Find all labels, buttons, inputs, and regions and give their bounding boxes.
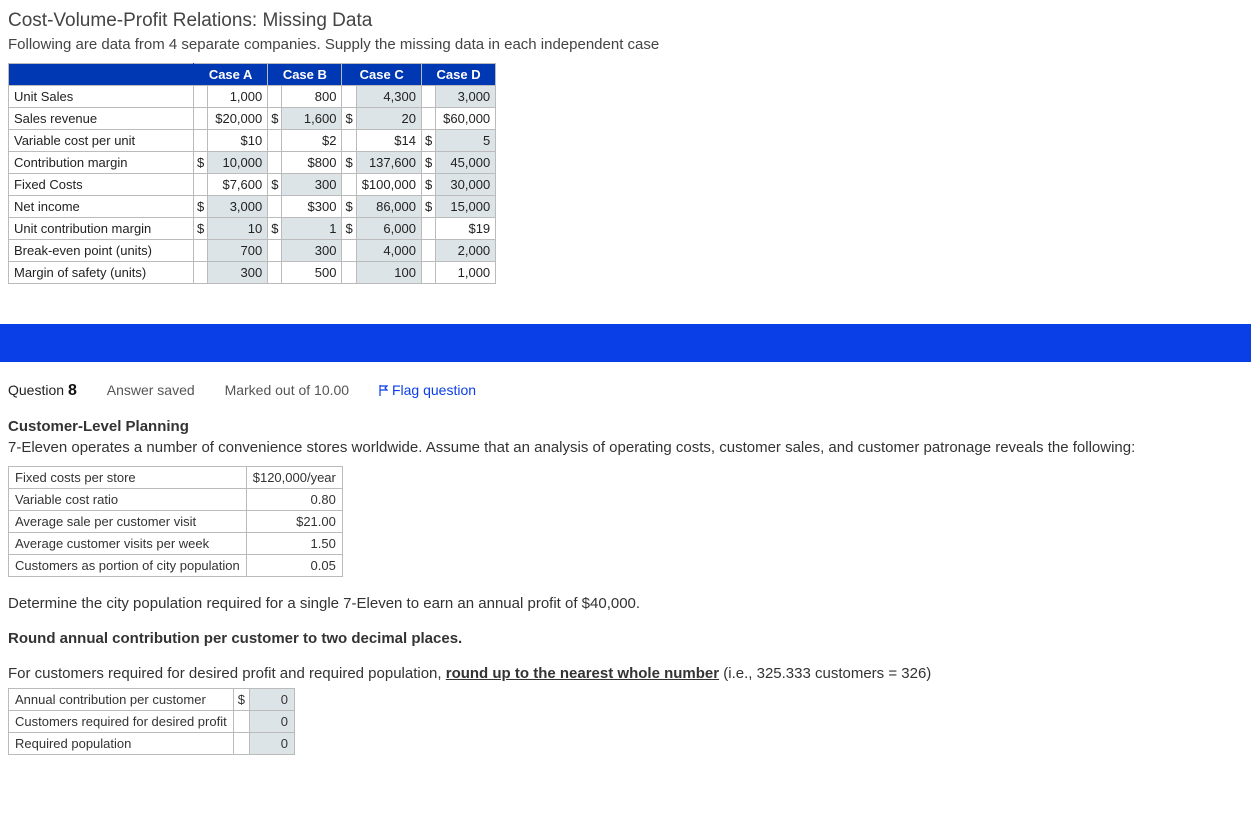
input-cell[interactable]: 137,600 [356,152,421,174]
th-case-d: Case D [421,64,495,86]
table-row: Fixed costs per store$120,000/year [9,467,343,489]
q8-instruction-1: Determine the city population required f… [8,595,1243,612]
input-cell[interactable]: 86,000 [356,196,421,218]
question-status: Answer saved [107,382,195,398]
divider-bar [0,324,1251,362]
q8-body: 7-Eleven operates a number of convenienc… [8,439,1243,456]
flag-question-link[interactable]: Flag question [379,382,476,398]
cvp-table: Case A Case B Case C Case D Unit Sales 1… [8,63,496,284]
th-case-c: Case C [342,64,421,86]
input-cell[interactable]: 700 [208,240,268,262]
input-cell[interactable]: 45,000 [436,152,496,174]
input-cell[interactable]: 5 [436,130,496,152]
table-row: Variable cost ratio0.80 [9,489,343,511]
q8-instruction-2: Round annual contribution per customer t… [8,630,1243,647]
th-case-a: Case A [194,64,268,86]
table-row: Net income $3,000 $300 $86,000 $15,000 [9,196,496,218]
table-row: Unit Sales 1,000 800 4,300 3,000 [9,86,496,108]
input-cell[interactable]: 30,000 [436,174,496,196]
page-desc-1: Following are data from 4 separate compa… [8,36,1243,53]
input-cell[interactable]: 2,000 [436,240,496,262]
input-cell[interactable]: 100 [356,262,421,284]
table-row: Margin of safety (units) 300 500 100 1,0… [9,262,496,284]
question-marks: Marked out of 10.00 [225,382,350,398]
input-cell[interactable]: 15,000 [436,196,496,218]
q8-answer-table: Annual contribution per customer $ 0 Cus… [8,688,295,755]
input-cell[interactable]: 0 [249,689,294,711]
input-cell[interactable]: 0 [249,733,294,755]
q8-data-table: Fixed costs per store$120,000/year Varia… [8,466,343,577]
question-header: Question 8 Answer saved Marked out of 10… [8,382,1243,400]
input-cell[interactable]: 300 [282,240,342,262]
q8-title: Customer-Level Planning [8,418,1243,435]
input-cell[interactable]: 1,600 [282,108,342,130]
input-cell[interactable]: 3,000 [208,196,268,218]
input-cell[interactable]: 4,000 [356,240,421,262]
input-cell[interactable]: 0 [249,711,294,733]
q8-instruction-3: For customers required for desired profi… [8,665,1243,682]
flag-icon [379,383,388,394]
table-row: Customers required for desired profit 0 [9,711,295,733]
input-cell[interactable]: 3,000 [436,86,496,108]
question-number: 8 [68,382,77,399]
input-cell[interactable]: 300 [208,262,268,284]
question-label: Question [8,382,64,398]
flag-text: Flag question [392,382,476,398]
table-row: Fixed Costs $7,600 $300 $100,000 $30,000 [9,174,496,196]
table-row: Sales revenue $20,000 $1,600 $20 $60,000 [9,108,496,130]
table-row: Customers as portion of city population0… [9,555,343,577]
input-cell[interactable]: 10 [208,218,268,240]
table-row: Contribution margin $10,000 $800 $137,60… [9,152,496,174]
table-row: Unit contribution margin $10 $1 $6,000 $… [9,218,496,240]
table-row: Variable cost per unit $10 $2 $14 $5 [9,130,496,152]
input-cell[interactable]: 300 [282,174,342,196]
input-cell[interactable]: 4,300 [356,86,421,108]
table-row: Average customer visits per week1.50 [9,533,343,555]
row-label: Unit Sales [9,86,194,108]
table-row: Annual contribution per customer $ 0 [9,689,295,711]
input-cell[interactable]: 6,000 [356,218,421,240]
th-case-b: Case B [268,64,342,86]
input-cell[interactable]: 10,000 [208,152,268,174]
page-title-1: Cost-Volume-Profit Relations: Missing Da… [8,10,1243,32]
table-row: Required population 0 [9,733,295,755]
input-cell[interactable]: 20 [356,108,421,130]
table-row: Average sale per customer visit$21.00 [9,511,343,533]
th-blank [9,64,194,86]
input-cell[interactable]: 1 [282,218,342,240]
table-row: Break-even point (units) 700 300 4,000 2… [9,240,496,262]
